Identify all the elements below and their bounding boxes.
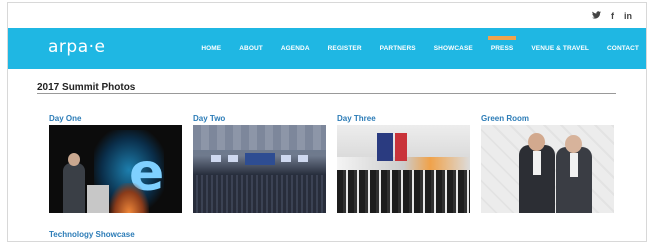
audience-seating <box>193 175 326 213</box>
album-label-green-room[interactable]: Green Room <box>481 114 614 123</box>
main-nav: HOME ABOUT AGENDA REGISTER PARTNERS SHOW… <box>192 28 646 69</box>
album-green-room[interactable]: Green Room <box>481 114 614 213</box>
title-divider <box>37 93 616 94</box>
twitter-bird-icon <box>592 11 601 19</box>
main-navbar: arpa·e HOME ABOUT AGENDA REGISTER PARTNE… <box>8 28 646 69</box>
album-thumbnail-day-one[interactable]: e <box>49 125 182 213</box>
nav-item-register[interactable]: REGISTER <box>319 28 371 69</box>
nav-item-press[interactable]: PRESS <box>482 28 523 69</box>
person-head <box>565 135 582 153</box>
twitter-icon[interactable] <box>592 11 601 21</box>
linkedin-icon[interactable]: in <box>624 11 632 21</box>
album-thumbnail-day-three[interactable] <box>337 125 470 213</box>
flag-banner <box>395 133 407 161</box>
facebook-icon[interactable]: f <box>611 11 614 21</box>
nav-item-agenda[interactable]: AGENDA <box>272 28 319 69</box>
album-label-day-one[interactable]: Day One <box>49 114 182 123</box>
album-thumbnail-day-two[interactable] <box>193 125 326 213</box>
person-head <box>528 133 545 151</box>
album-thumbnail-green-room[interactable] <box>481 125 614 213</box>
social-links: f in <box>592 11 632 21</box>
nav-item-home[interactable]: HOME <box>192 28 230 69</box>
stage-lighting <box>109 183 149 213</box>
album-technology-showcase[interactable]: Technology Showcase <box>49 230 182 242</box>
nav-item-partners[interactable]: PARTNERS <box>371 28 425 69</box>
album-day-one[interactable]: Day One e <box>49 114 182 213</box>
speaker-head <box>68 153 80 166</box>
podium <box>87 185 109 213</box>
nav-item-venue-travel[interactable]: VENUE & TRAVEL <box>522 28 598 69</box>
flag-banner <box>377 133 393 161</box>
projection-screen <box>281 155 291 162</box>
projection-screen <box>228 155 238 162</box>
shirt-collar <box>570 153 578 177</box>
page-title: 2017 Summit Photos <box>37 82 136 93</box>
nav-item-about[interactable]: ABOUT <box>230 28 272 69</box>
album-label-technology-showcase[interactable]: Technology Showcase <box>49 230 182 239</box>
projection-screen <box>211 155 221 162</box>
main-stage <box>245 153 275 165</box>
album-day-two[interactable]: Day Two <box>193 114 326 213</box>
arpa-e-logo[interactable]: arpa·e <box>48 37 105 57</box>
projection-screen <box>298 155 308 162</box>
album-day-three[interactable]: Day Three <box>337 114 470 213</box>
ballroom-ceiling <box>193 125 326 150</box>
nav-item-contact[interactable]: CONTACT <box>598 28 646 69</box>
speaker-figure <box>63 163 85 213</box>
album-thumbnail-technology-showcase[interactable] <box>49 241 182 242</box>
attendee-crowd <box>337 170 470 213</box>
album-label-day-two[interactable]: Day Two <box>193 114 326 123</box>
shirt-collar <box>533 151 541 175</box>
album-label-day-three[interactable]: Day Three <box>337 114 470 123</box>
page-frame: f in arpa·e HOME ABOUT AGENDA REGISTER P… <box>7 2 647 242</box>
nav-item-showcase[interactable]: SHOWCASE <box>425 28 482 69</box>
